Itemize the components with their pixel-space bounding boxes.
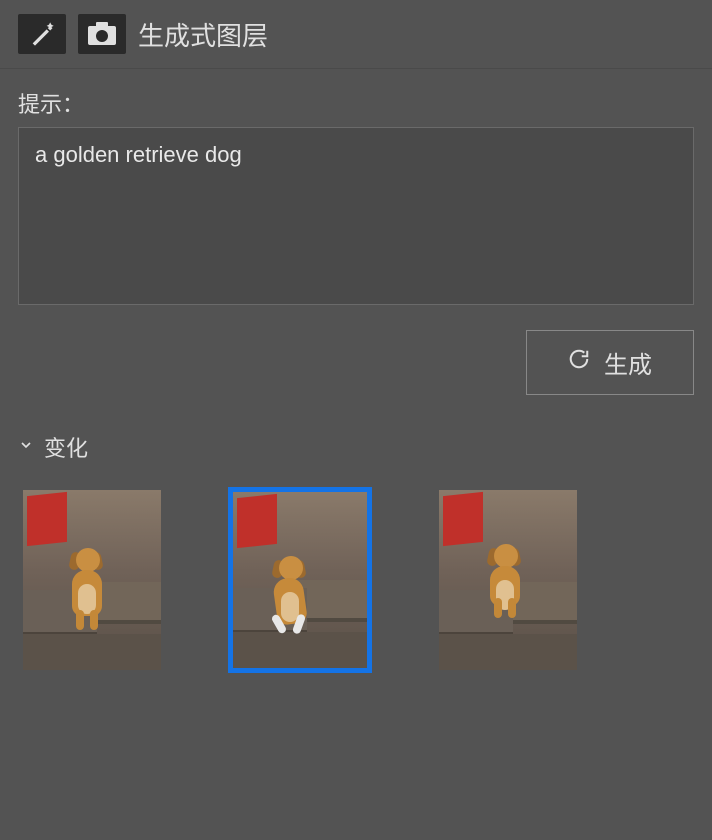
camera-icon: [78, 14, 126, 54]
variation-thumbnail[interactable]: [20, 487, 164, 673]
magic-wand-icon: [18, 14, 66, 54]
panel-title: 生成式图层: [138, 16, 268, 53]
variations-thumbnails: [18, 481, 694, 679]
variations-section-header[interactable]: 变化: [18, 431, 694, 463]
variation-thumbnail[interactable]: [228, 487, 372, 673]
variation-thumbnail[interactable]: [436, 487, 580, 673]
variations-title: 变化: [44, 431, 88, 463]
refresh-icon: [568, 348, 590, 377]
chevron-down-icon: [18, 437, 34, 458]
prompt-label: 提示：: [18, 87, 694, 119]
panel-content: 提示： 生成 变化: [0, 69, 712, 697]
generate-button[interactable]: 生成: [526, 330, 694, 395]
panel-header: 生成式图层: [0, 0, 712, 69]
prompt-input[interactable]: [18, 127, 694, 305]
generate-button-label: 生成: [604, 345, 652, 380]
button-row: 生成: [18, 330, 694, 395]
